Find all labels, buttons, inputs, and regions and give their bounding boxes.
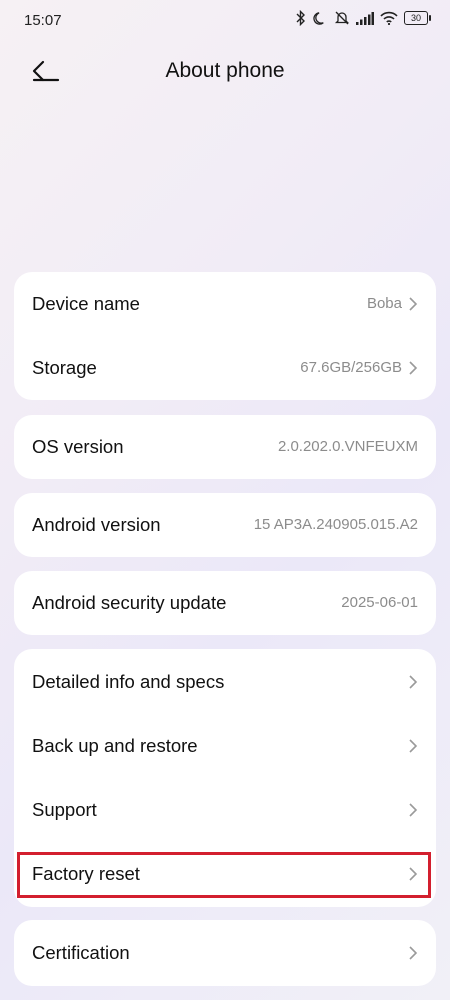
more-card: Detailed info and specs Back up and rest…	[14, 649, 436, 907]
certification-label: Certification	[32, 942, 130, 963]
backup-restore-row[interactable]: Back up and restore	[14, 714, 436, 778]
status-icons: 30	[295, 10, 431, 26]
device-name-label: Device name	[32, 293, 140, 314]
android-version-value: 15 AP3A.240905.015.A2	[253, 516, 418, 533]
certification-card: Certification	[14, 920, 436, 986]
os-version-row[interactable]: OS version 2.0.202.0.VNFEUXM	[14, 415, 436, 479]
os-card: OS version 2.0.202.0.VNFEUXM	[14, 415, 436, 479]
signal-icon	[356, 11, 374, 25]
device-card: Device name Boba Storage 67.6GB/256GB	[14, 272, 436, 400]
chevron-right-icon	[409, 297, 418, 311]
status-bar: 15:07 30	[0, 0, 450, 44]
android-version-row[interactable]: Android version 15 AP3A.240905.015.A2	[14, 493, 436, 557]
chevron-right-icon	[409, 675, 418, 689]
os-version-value: 2.0.202.0.VNFEUXM	[277, 438, 418, 455]
android-version-label: Android version	[32, 514, 161, 535]
android-card: Android version 15 AP3A.240905.015.A2	[14, 493, 436, 557]
wifi-icon	[380, 11, 398, 25]
factory-reset-row[interactable]: Factory reset	[14, 842, 436, 906]
chevron-right-icon	[409, 361, 418, 375]
header: About phone	[0, 44, 450, 104]
chevron-right-icon	[409, 946, 418, 960]
mute-icon	[334, 11, 350, 25]
detailed-info-row[interactable]: Detailed info and specs	[14, 650, 436, 714]
status-time: 15:07	[24, 12, 62, 29]
storage-value: 67.6GB/256GB	[300, 359, 402, 376]
moon-icon	[313, 11, 324, 25]
battery-icon: 30	[404, 11, 431, 25]
chevron-right-icon	[409, 867, 418, 881]
chevron-right-icon	[409, 803, 418, 817]
security-update-row[interactable]: Android security update 2025-06-01	[14, 571, 436, 635]
bluetooth-icon	[296, 10, 305, 26]
backup-restore-label: Back up and restore	[32, 735, 198, 756]
os-version-label: OS version	[32, 436, 124, 457]
security-card: Android security update 2025-06-01	[14, 571, 436, 635]
support-label: Support	[32, 799, 97, 820]
security-update-label: Android security update	[32, 592, 227, 613]
detailed-info-label: Detailed info and specs	[32, 671, 225, 692]
device-name-value: Boba	[366, 295, 402, 312]
storage-row[interactable]: Storage 67.6GB/256GB	[14, 336, 436, 400]
factory-reset-label: Factory reset	[32, 863, 140, 884]
storage-label: Storage	[32, 357, 97, 378]
certification-row[interactable]: Certification	[14, 921, 436, 985]
support-row[interactable]: Support	[14, 778, 436, 842]
security-update-value: 2025-06-01	[341, 594, 418, 611]
page-title: About phone	[165, 59, 285, 82]
chevron-right-icon	[409, 739, 418, 753]
device-name-row[interactable]: Device name Boba	[14, 272, 436, 336]
